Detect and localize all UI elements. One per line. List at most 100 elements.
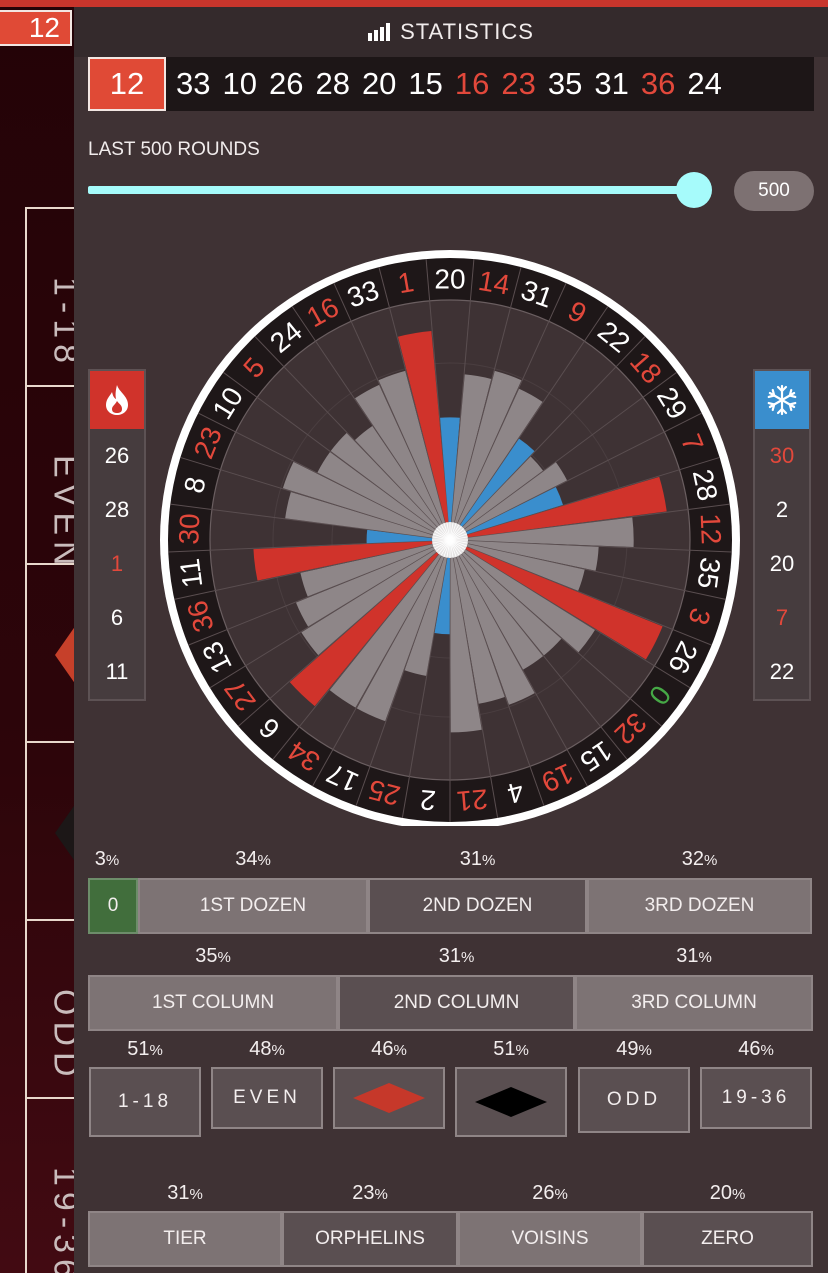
snowflake-icon xyxy=(755,371,809,429)
pocket-label: 30 xyxy=(173,513,205,545)
history-number: 26 xyxy=(268,66,304,101)
red-diamond-icon xyxy=(353,1083,425,1113)
zero-bet[interactable]: 0 xyxy=(88,878,138,934)
cold-number: 2 xyxy=(775,497,789,522)
dozen-bet-1-label: 1ST DOZEN xyxy=(199,895,307,916)
history-number: 28 xyxy=(315,66,350,101)
cold-numbers: 30 2 20 7 22 xyxy=(753,369,811,701)
even-money-bet[interactable]: 19-36 xyxy=(700,1067,812,1129)
dozen-bet-2[interactable]: 2ND DOZEN xyxy=(368,878,587,934)
game-screen: 1-18 EVENEVEN ODD 19-36 12 STATISTICS 12… xyxy=(0,0,828,1273)
sector-bet-voisins-label: VOISINS xyxy=(511,1228,589,1249)
dozen-bet-2-label: 2ND DOZEN xyxy=(422,895,533,916)
sector-bet-orphelins[interactable]: ORPHELINS xyxy=(282,1211,458,1267)
even-bet-percent: 46% xyxy=(738,1038,774,1060)
pocket-label: 14 xyxy=(476,265,512,301)
history-number: 24 xyxy=(687,66,722,101)
panel-header: STATISTICS xyxy=(74,7,828,57)
dozen-bet-3[interactable]: 3RD DOZEN xyxy=(587,878,812,934)
even-money-bet[interactable]: ODD xyxy=(578,1067,690,1133)
last-result-badge: 12 xyxy=(0,10,72,46)
even-money-bet-label: 19-36 xyxy=(721,1087,791,1108)
even-money-bet-label: 1-18 xyxy=(117,1091,173,1112)
dozen-percent: 31% xyxy=(459,848,496,870)
pocket-label: 28 xyxy=(687,467,724,504)
column-bet-2-label: 2ND COLUMN xyxy=(393,992,520,1013)
sector-bet-tier[interactable]: TIER xyxy=(88,1211,282,1267)
history-latest-number: 12 xyxy=(88,57,166,111)
history-number: 36 xyxy=(640,66,676,101)
even-bet-percent: 51% xyxy=(493,1038,529,1060)
pocket-label: 20 xyxy=(434,264,465,295)
dozen-bet-1[interactable]: 1ST DOZEN xyxy=(138,878,368,934)
sector-percent: 20% xyxy=(709,1182,746,1204)
history-number: 35 xyxy=(547,66,583,101)
sector-percent: 23% xyxy=(352,1182,388,1204)
even-money-bet[interactable] xyxy=(333,1067,445,1129)
column-percent: 31% xyxy=(676,945,712,967)
even-money-bet-label: ODD xyxy=(606,1089,662,1110)
history-number: 16 xyxy=(454,66,490,101)
cold-number: 22 xyxy=(769,659,795,684)
even-bet-percent: 49% xyxy=(616,1038,652,1060)
hot-number: 6 xyxy=(110,605,124,630)
history-number: 10 xyxy=(222,66,257,101)
column-percent: 31% xyxy=(438,945,475,967)
even-bet-percent: 51% xyxy=(127,1038,163,1060)
sector-percent: 26% xyxy=(532,1182,568,1204)
rounds-slider-track[interactable] xyxy=(88,186,694,194)
column-bet-2[interactable]: 2ND COLUMN xyxy=(338,975,575,1031)
sector-percent: 31% xyxy=(167,1182,203,1204)
column-bet-3[interactable]: 3RD COLUMN xyxy=(575,975,813,1031)
pocket-label: 21 xyxy=(455,783,489,817)
hot-number: 26 xyxy=(104,443,130,468)
frequency-wheel-chart: 20 14 31 9221829728123532603215194212251734… xyxy=(160,250,740,826)
hot-number: 1 xyxy=(110,551,124,576)
bar-chart-icon xyxy=(368,23,391,41)
rounds-value: 500 xyxy=(734,171,814,211)
history-number: 20 xyxy=(361,66,397,101)
even-money-bet[interactable]: EVEN xyxy=(211,1067,323,1129)
sector-bet-tier-label: TIER xyxy=(163,1228,207,1249)
even-money-bet-label: EVEN xyxy=(233,1087,301,1108)
pocket-label: 35 xyxy=(692,556,727,591)
pocket-label: 11 xyxy=(174,557,208,590)
even-bet-percent: 48% xyxy=(249,1038,285,1060)
dozen-percent: 3% xyxy=(94,848,120,870)
cold-number: 7 xyxy=(775,605,789,630)
cold-number: 30 xyxy=(769,443,795,468)
rounds-slider-handle[interactable] xyxy=(676,172,712,208)
zero-bet-label: 0 xyxy=(107,895,119,916)
pocket-label: 12 xyxy=(695,513,727,545)
sector-bet-orphelins-label: ORPHELINS xyxy=(315,1228,425,1249)
history-number: 31 xyxy=(594,66,629,101)
hot-number: 28 xyxy=(104,497,130,522)
history-number: 15 xyxy=(408,66,443,101)
history-number: 33 xyxy=(176,66,211,101)
sector-bet-voisins[interactable]: VOISINS xyxy=(458,1211,642,1267)
pocket-label: 2 xyxy=(419,784,437,816)
even-money-bet[interactable] xyxy=(455,1067,567,1137)
statistics-panel: STATISTICS 12 33 10 26 28 20 15 16 23 35 31 36 24 LA… xyxy=(74,7,828,1273)
dozen-percent: 32% xyxy=(681,848,718,870)
result-history: 12 33 10 26 28 20 15 16 23 35 31 36 24 xyxy=(88,57,814,111)
background-table: 1-18 EVENEVEN ODD 19-36 xyxy=(0,7,125,1273)
hot-numbers: 26 28 1 6 11 xyxy=(88,369,146,701)
fire-icon xyxy=(90,371,144,429)
cold-number: 20 xyxy=(769,551,795,576)
panel-title: STATISTICS xyxy=(400,19,534,44)
rounds-label: LAST 500 ROUNDS xyxy=(88,139,260,160)
even-money-bet[interactable]: 1-18 xyxy=(89,1067,201,1137)
dozen-percent: 34% xyxy=(235,848,271,870)
dozen-bet-3-label: 3RD DOZEN xyxy=(644,895,755,916)
column-bet-1-label: 1ST COLUMN xyxy=(151,992,275,1013)
top-bar xyxy=(0,0,828,7)
column-bet-3-label: 3RD COLUMN xyxy=(631,992,757,1013)
history-number: 23 xyxy=(501,66,536,101)
column-percent: 35% xyxy=(195,945,231,967)
black-diamond-icon xyxy=(475,1087,547,1117)
sector-bet-zero[interactable]: ZERO xyxy=(642,1211,813,1267)
column-bet-1[interactable]: 1ST COLUMN xyxy=(88,975,338,1031)
even-bet-percent: 46% xyxy=(371,1038,407,1060)
sector-bet-zero-label: ZERO xyxy=(701,1228,754,1249)
